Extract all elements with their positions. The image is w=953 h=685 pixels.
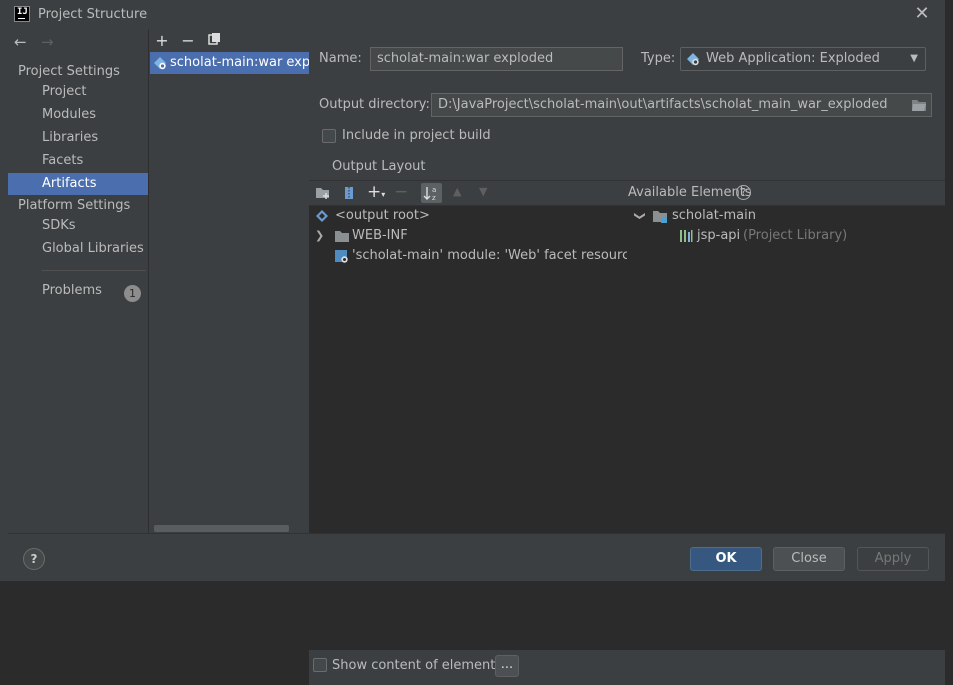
create-archive-icon[interactable]: [342, 186, 356, 200]
remove-artifact-button[interactable]: −: [179, 32, 197, 50]
ok-button[interactable]: OK: [690, 547, 762, 571]
available-elements-tree: ❯ scholat-main jsp-api (Project Library): [627, 206, 945, 534]
close-window-icon[interactable]: ✕: [913, 5, 931, 23]
move-up-icon[interactable]: ▲: [453, 185, 461, 198]
help-button[interactable]: ?: [23, 548, 45, 570]
close-button[interactable]: Close: [773, 547, 845, 571]
chevron-down-icon[interactable]: ❯: [630, 211, 650, 220]
sidebar-item-artifacts[interactable]: Artifacts: [8, 173, 148, 195]
web-app-icon: [687, 53, 699, 66]
help-circle-icon[interactable]: ?: [736, 185, 751, 200]
sidebar-item-global-libraries[interactable]: Global Libraries: [8, 238, 148, 260]
artifact-editor: Name: scholat-main:war exploded Type: We…: [309, 29, 945, 685]
create-directory-icon[interactable]: [315, 186, 331, 200]
sort-alpha-icon: az: [423, 186, 436, 202]
settings-sidebar: ← → Project Settings Project Modules Lib…: [8, 29, 148, 533]
sidebar-item-sdks[interactable]: SDKs: [8, 215, 148, 237]
back-arrow-icon[interactable]: ←: [14, 35, 27, 50]
include-in-build-checkbox[interactable]: [322, 129, 336, 143]
show-content-label: Show content of elements: [332, 658, 503, 673]
type-select[interactable]: Web Application: Exploded ▼: [680, 47, 926, 71]
output-layout-tree: <output root> ❯ WEB-INF 'scholat-main' m…: [309, 206, 644, 534]
show-content-checkbox[interactable]: [313, 658, 327, 672]
output-directory-field[interactable]: D:\JavaProject\scholat-main\out\artifact…: [431, 93, 932, 117]
output-directory-label: Output directory:: [319, 97, 430, 112]
add-artifact-button[interactable]: +: [153, 32, 171, 50]
horizontal-scrollbar[interactable]: [154, 525, 289, 532]
background-strip: [0, 581, 953, 589]
svg-text:z: z: [432, 194, 436, 202]
layout-bottom-bar: Show content of elements ...: [309, 650, 945, 685]
title-bar: IJ Project Structure ✕: [0, 0, 953, 29]
tree-node-label: WEB-INF: [352, 228, 408, 243]
intellij-logo-icon: IJ: [14, 6, 30, 22]
include-in-build-label: Include in project build: [342, 128, 491, 143]
problems-count-badge: 1: [124, 285, 141, 302]
output-directory-value: D:\JavaProject\scholat-main\out\artifact…: [438, 97, 888, 112]
type-label: Type:: [641, 51, 676, 66]
dialog-footer: ? OK Close Apply: [8, 533, 945, 581]
output-layout-pane: +▾ − az ▲ ▼ Available Elements ? <output…: [309, 180, 945, 685]
apply-button[interactable]: Apply: [857, 547, 929, 571]
project-settings-header: Project Settings: [18, 64, 120, 79]
artifact-list-item[interactable]: scholat-main:war exploded: [150, 52, 309, 74]
layout-toolbar: +▾ − az ▲ ▼ Available Elements ?: [309, 181, 945, 206]
svg-text:a: a: [432, 186, 436, 194]
tab-output-layout[interactable]: Output Layout: [332, 159, 425, 174]
tree-node-label: <output root>: [335, 208, 430, 223]
chevron-down-icon: ▼: [910, 53, 918, 64]
artifact-item-label: scholat-main:war exploded: [170, 55, 309, 70]
platform-settings-header: Platform Settings: [18, 198, 131, 213]
copy-icon: [207, 33, 220, 45]
sidebar-divider: [42, 270, 146, 271]
copy-artifact-button[interactable]: [205, 32, 223, 50]
sidebar-item-problems[interactable]: Problems 1: [8, 280, 148, 302]
folder-icon: [335, 231, 349, 242]
web-artifact-icon: [154, 57, 166, 70]
problems-label: Problems: [42, 283, 102, 298]
module-folder-icon: [653, 211, 667, 223]
sort-elements-button[interactable]: az: [421, 183, 442, 203]
more-options-button[interactable]: ...: [495, 655, 519, 677]
window-title: Project Structure: [38, 7, 148, 22]
tree-node-label: jsp-api: [697, 228, 741, 243]
output-root-icon: [316, 210, 328, 222]
available-elements-label: Available Elements: [628, 185, 752, 200]
sidebar-item-project[interactable]: Project: [8, 81, 148, 103]
tree-node-label: 'scholat-main' module: 'Web' facet resou…: [352, 248, 645, 263]
sidebar-item-modules[interactable]: Modules: [8, 104, 148, 126]
sidebar-item-facets[interactable]: Facets: [8, 150, 148, 172]
library-type-label: (Project Library): [743, 228, 848, 243]
name-label: Name:: [319, 51, 362, 66]
browse-folder-icon[interactable]: [911, 98, 927, 112]
move-down-icon[interactable]: ▼: [479, 185, 487, 198]
forward-arrow-icon[interactable]: →: [41, 35, 54, 50]
remove-element-icon[interactable]: −: [394, 182, 408, 202]
library-icon: [680, 230, 693, 242]
web-facet-icon: [335, 250, 348, 263]
tree-node-label: scholat-main: [672, 208, 756, 223]
project-structure-dialog: IJ Project Structure ✕ ← → Project Setti…: [0, 0, 953, 685]
name-field[interactable]: scholat-main:war exploded: [370, 47, 623, 71]
artifacts-list-panel: + − scholat-main:war exploded: [148, 29, 309, 533]
background-strip: [945, 0, 953, 589]
add-copy-of-icon[interactable]: +▾: [367, 182, 385, 202]
chevron-right-icon[interactable]: ❯: [315, 226, 324, 246]
sidebar-item-libraries[interactable]: Libraries: [8, 127, 148, 149]
type-value: Web Application: Exploded: [706, 51, 880, 66]
